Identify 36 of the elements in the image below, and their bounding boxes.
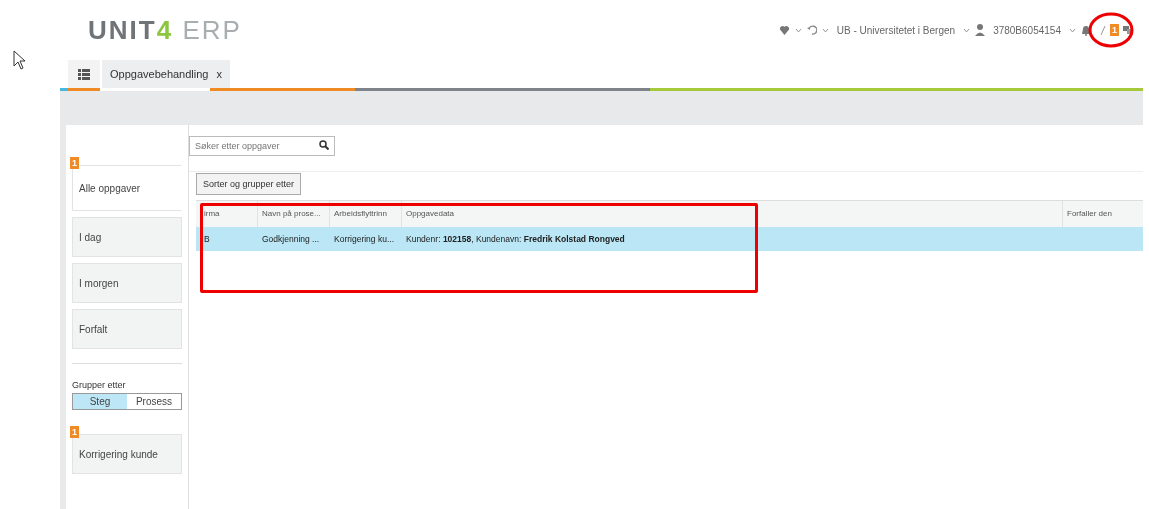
table-row[interactable]: B Godkjenning ... Korrigering ku... Kundenr: 102158, Kundenavn: Fredrik Kolstad Rongved bbox=[196, 227, 1143, 251]
menu-button[interactable] bbox=[68, 60, 100, 88]
group-label: Grupper etter bbox=[72, 380, 127, 390]
notification-badge: 1 bbox=[1110, 24, 1119, 36]
bell-icon[interactable] bbox=[1081, 24, 1091, 36]
search-icon[interactable] bbox=[319, 140, 329, 150]
user-id[interactable]: 3780B6054154 bbox=[993, 24, 1061, 36]
chevron-icon[interactable] bbox=[821, 27, 829, 33]
chevron-icon[interactable] bbox=[794, 27, 802, 33]
chevron-icon[interactable] bbox=[963, 27, 971, 33]
tab[interactable]: Oppgavebehandling x bbox=[102, 60, 231, 88]
table-cell-text: B bbox=[203, 234, 211, 244]
user-icon[interactable] bbox=[975, 24, 986, 36]
search-field[interactable]: Søker etter oppgaver bbox=[189, 136, 335, 156]
table-cell-text: Kundenr: 102158, Kundenavn: Fredrik Kolstad Rongved bbox=[405, 234, 626, 244]
menu-icon bbox=[78, 68, 90, 80]
sidebar-item[interactable]: I dag bbox=[72, 217, 182, 257]
history-icon[interactable] bbox=[806, 25, 817, 35]
sort-button[interactable]: Sorter og grupper etter bbox=[196, 173, 302, 195]
count-badge: 1 bbox=[70, 157, 79, 169]
sidebar-item[interactable]: Forfalt bbox=[72, 309, 182, 349]
table-cell-text: Korrigering ku... bbox=[333, 234, 395, 244]
company-selector[interactable]: UB - Universitetet i Bergen bbox=[836, 24, 956, 36]
sidebar-item[interactable]: I morgen bbox=[72, 263, 182, 303]
column-header[interactable]: Forfaller den bbox=[1063, 201, 1143, 227]
logo: UNIT4 ERP bbox=[88, 17, 242, 43]
group-item[interactable]: Korrigering kunde bbox=[72, 434, 182, 474]
chevron-icon[interactable] bbox=[1069, 27, 1076, 33]
heart-icon[interactable] bbox=[778, 25, 790, 35]
cursor-icon bbox=[13, 50, 27, 70]
segment-option[interactable]: Steg bbox=[73, 394, 127, 409]
chat-icon[interactable] bbox=[1123, 26, 1133, 34]
sidebar-item[interactable]: Alle oppgaver bbox=[72, 165, 182, 211]
annotation-ellipse bbox=[1088, 12, 1134, 48]
table-cell-text: Godkjenning ... bbox=[261, 234, 321, 244]
count-badge: 1 bbox=[70, 426, 79, 438]
